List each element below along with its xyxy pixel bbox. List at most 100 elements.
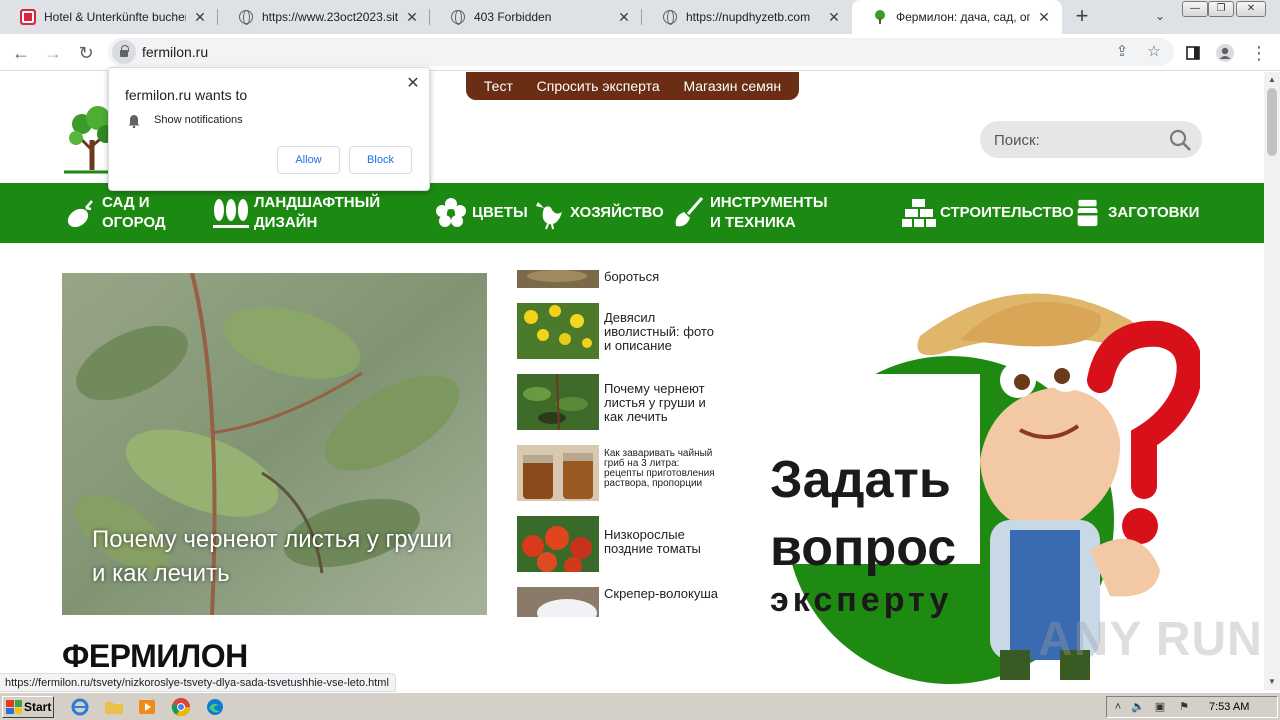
restore-button[interactable]: ❐ [1208, 1, 1234, 17]
allow-button[interactable]: Allow [277, 146, 340, 174]
tab-title: Фермилон: дача, сад, огород [896, 10, 1030, 24]
clock: 7:53 AM [1209, 701, 1250, 713]
list-item[interactable]: Девясил иволистный: фото и описание [517, 303, 719, 359]
close-icon[interactable]: ✕ [1036, 9, 1052, 25]
tab-23oct2023[interactable]: https://www.23oct2023.site ✕ [218, 0, 430, 34]
ie-icon[interactable] [70, 698, 90, 716]
tab-nupdhyzetb[interactable]: https://nupdhyzetb.com ✕ [642, 0, 852, 34]
search-icon[interactable] [1168, 128, 1192, 152]
nav-construction[interactable]: Строительство [902, 183, 1074, 243]
globe-icon [662, 9, 678, 25]
shovel-icon [675, 197, 704, 227]
chevron-up-icon[interactable]: ˄ [1111, 701, 1125, 713]
nav-label: Ландшафтный дизайн [254, 194, 381, 231]
minimize-button[interactable]: — [1182, 1, 1208, 17]
article-title[interactable]: Скрепер-волокуша [604, 587, 719, 617]
nav-label: Заготовки [1108, 204, 1200, 221]
flag-icon[interactable]: ⚑ [1177, 701, 1191, 713]
tab-403-forbidden[interactable]: 403 Forbidden ✕ [430, 0, 642, 34]
search-box [980, 121, 1202, 158]
top-nav-seed-shop[interactable]: Магазин семян [683, 78, 781, 94]
nav-label: Сад и огород [102, 194, 166, 231]
site-name-heading: ФЕРМИЛОН [62, 638, 248, 674]
scroll-up-icon[interactable]: ▲ [1264, 72, 1280, 88]
eggplant-icon [67, 200, 93, 228]
start-label: Start [24, 700, 52, 714]
close-icon[interactable]: ✕ [826, 9, 842, 25]
close-icon[interactable]: ✕ [616, 9, 632, 25]
nav-flowers[interactable]: Цветы [434, 183, 534, 243]
globe-icon [238, 9, 254, 25]
close-icon[interactable]: ✕ [405, 76, 421, 92]
media-player-icon[interactable] [137, 698, 157, 716]
share-icon[interactable]: ⇪ [1112, 42, 1132, 62]
start-button[interactable]: Start [2, 696, 54, 718]
article-title[interactable]: Почему чернеют листья у груши и как лечи… [604, 382, 719, 430]
star-icon[interactable]: ☆ [1144, 42, 1164, 62]
profile-avatar-icon[interactable] [1212, 40, 1238, 66]
chevron-down-icon[interactable]: ⌄ [1152, 9, 1168, 25]
article-title[interactable]: бороться [604, 270, 719, 288]
folder-icon[interactable] [104, 698, 124, 716]
lock-icon[interactable] [112, 40, 136, 64]
flower-icon [436, 198, 466, 227]
bricks-icon [902, 199, 936, 227]
top-nav-test[interactable]: Тест [484, 78, 513, 94]
list-item[interactable]: Почему чернеют листья у груши и как лечи… [517, 374, 719, 430]
chrome-icon[interactable] [170, 697, 192, 717]
hero-title[interactable]: Почему чернеют листья у груши и как лечи… [92, 523, 472, 591]
article-thumbnail [517, 445, 599, 501]
edge-icon[interactable] [205, 698, 225, 716]
article-title[interactable]: Низкорослые поздние томаты [604, 528, 719, 572]
address-bar[interactable]: fermilon.ru ⇪ ☆ [108, 38, 1174, 66]
close-icon[interactable]: ✕ [404, 9, 420, 25]
side-panel-icon[interactable] [1180, 40, 1206, 66]
hero-article[interactable]: Почему чернеют листья у груши и как лечи… [62, 273, 487, 615]
windows-logo-icon [6, 700, 22, 714]
tab-title: Hotel & Unterkünfte buchen | [44, 10, 186, 24]
article-title[interactable]: Девясил иволистный: фото и описание [604, 311, 719, 359]
nav-preserves[interactable]: Заготовки [1076, 183, 1206, 243]
article-title[interactable]: Как заваривать чайный гриб на 3 литра: р… [604, 449, 719, 501]
back-arrow-icon[interactable]: ← [8, 40, 34, 66]
scroll-down-icon[interactable]: ▼ [1264, 674, 1280, 690]
list-item[interactable]: Скрепер-волокуша [517, 587, 719, 617]
nav-garden[interactable]: Сад и огород [64, 183, 184, 243]
forward-arrow-icon[interactable]: → [40, 40, 66, 66]
red-square-icon [20, 9, 36, 25]
close-icon[interactable]: ✕ [192, 9, 208, 25]
block-button[interactable]: Block [349, 146, 412, 174]
url-text[interactable]: fermilon.ru [142, 44, 208, 60]
system-tray: ˄ 🔈 ▣ ⚑ 7:53 AM [1106, 696, 1278, 718]
tab-hotel[interactable]: Hotel & Unterkünfte buchen | ✕ [0, 0, 218, 34]
promo-line2: вопрос [770, 519, 957, 577]
page-scrollbar[interactable]: ▲ ▼ [1264, 72, 1280, 690]
speaker-icon[interactable]: 🔈 [1131, 701, 1145, 713]
tab-strip: Hotel & Unterkünfte buchen | ✕ https://w… [0, 0, 1280, 34]
new-tab-button[interactable]: + [1071, 5, 1093, 28]
tree-icon [872, 9, 888, 25]
tab-fermilon[interactable]: Фермилон: дача, сад, огород ✕ [852, 0, 1062, 34]
nav-household[interactable]: Хозяйство [532, 183, 664, 243]
kebab-menu-icon[interactable]: ⋮ [1246, 40, 1272, 66]
close-window-button[interactable]: ✕ [1236, 1, 1266, 17]
nav-landscape[interactable]: Ландшафтный дизайн [212, 183, 402, 243]
tab-title: 403 Forbidden [474, 10, 552, 24]
article-thumbnail [517, 516, 599, 572]
list-item[interactable]: Как заваривать чайный гриб на 3 литра: р… [517, 445, 719, 501]
list-item[interactable]: Низкорослые поздние томаты [517, 516, 719, 572]
article-thumbnail [517, 587, 599, 617]
article-thumbnail [517, 374, 599, 430]
reload-icon[interactable]: ↻ [73, 40, 99, 66]
network-icon[interactable]: ▣ [1153, 701, 1167, 713]
windows-taskbar: Start ˄ 🔈 ▣ ⚑ 7:53 AM [0, 692, 1280, 720]
search-input[interactable] [994, 129, 1164, 151]
chicken-icon [536, 202, 562, 230]
nav-tools[interactable]: Инструменты и техника [672, 183, 842, 243]
list-item[interactable]: бороться [517, 270, 719, 288]
top-nav-ask-expert[interactable]: Спросить эксперта [537, 78, 660, 94]
promo-line1: Задать [770, 451, 951, 509]
globe-icon [450, 9, 466, 25]
scroll-thumb[interactable] [1267, 88, 1277, 156]
article-thumbnail [517, 270, 599, 288]
